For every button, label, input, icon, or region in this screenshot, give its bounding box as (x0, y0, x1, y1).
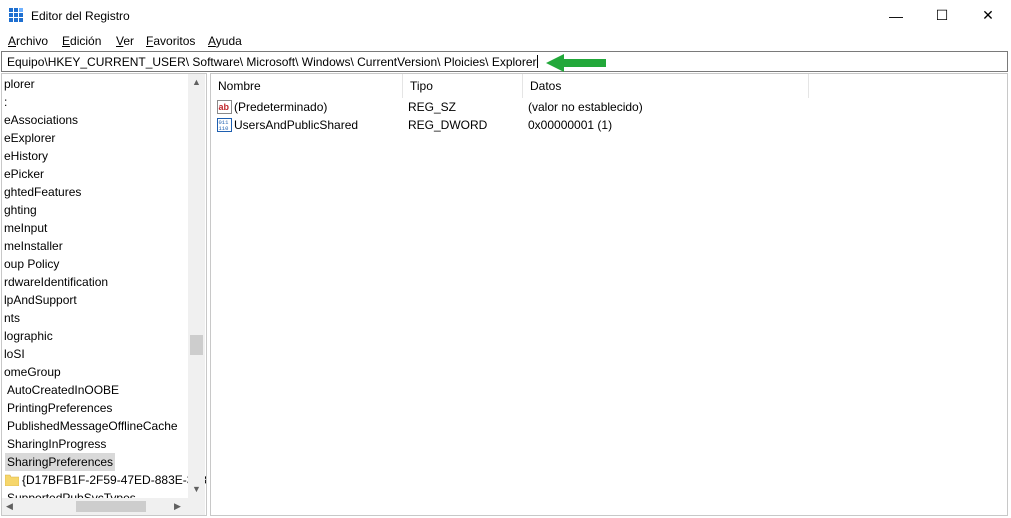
address-bar[interactable]: Equipo\HKEY_CURRENT_USER\ Software\ Micr… (1, 51, 1008, 72)
tree-horizontal-thumb[interactable] (76, 501, 146, 512)
tree-item-label: eAssociations (4, 113, 79, 127)
tree-item-label: : (4, 95, 8, 109)
column-header-datos[interactable]: Datos (523, 74, 809, 98)
registry-editor-icon (9, 8, 23, 22)
tree-item-label: SharingInProgress (7, 437, 107, 451)
arrow-shape (546, 54, 606, 72)
close-icon: ✕ (982, 7, 994, 23)
tree-vertical-scrollbar[interactable]: ▲ ▼ (188, 74, 205, 498)
window-title: Editor del Registro (31, 9, 130, 23)
tree-item-label: SharingPreferences (7, 455, 114, 469)
scroll-left-icon[interactable]: ◀ (6, 501, 13, 512)
scroll-up-icon[interactable]: ▲ (192, 77, 201, 87)
maximize-icon: ☐ (935, 7, 949, 23)
annotation-arrow-icon (546, 54, 606, 72)
string-value-icon: ab (217, 100, 232, 114)
tree-item-label: oup Policy (4, 257, 60, 271)
scroll-down-icon[interactable]: ▼ (192, 484, 201, 494)
tree-item-label: ghtedFeatures (4, 185, 82, 199)
tree-item-label: eExplorer (4, 131, 56, 145)
value-data: (valor no establecido) (528, 100, 643, 114)
folder-icon (5, 474, 19, 486)
key-tree-pane[interactable]: plorer: eAssociations eExplorer eHistory ePi… (1, 73, 207, 516)
minimize-button[interactable]: — (873, 0, 919, 31)
tree-item-label: PrintingPreferences (7, 401, 113, 415)
value-type: REG_DWORD (408, 118, 488, 132)
menu-ver[interactable]: Ver (116, 34, 134, 48)
close-button[interactable]: ✕ (965, 0, 1011, 31)
tree-item-label: ePicker (4, 167, 45, 181)
tree-item-label: PublishedMessageOfflineCache (7, 419, 178, 433)
svg-text:ab: ab (219, 102, 230, 112)
tree-horizontal-scrollbar[interactable]: ◀ ▶ (2, 498, 188, 515)
tree-item-label: lographic (4, 329, 53, 343)
menu-ayuda[interactable]: Ayuda (208, 34, 242, 48)
value-type: REG_SZ (408, 100, 457, 114)
tree-item-label: rdwareIdentification (4, 275, 109, 289)
tree-item-label: AutoCreatedInOOBE (7, 383, 120, 397)
column-header-nombre[interactable]: Nombre (211, 74, 403, 98)
title-bar: Editor del Registro — ☐ ✕ (0, 0, 1011, 31)
tree-item-label: loSI (4, 347, 25, 361)
tree-item-label: ghting (4, 203, 37, 217)
column-header-tipo[interactable]: Tipo (403, 74, 523, 98)
maximize-button[interactable]: ☐ (919, 0, 965, 31)
scroll-corner (188, 498, 205, 515)
value-name[interactable]: (Predeterminado) (234, 98, 327, 116)
tree-item-label: {D17BFB1F-2F59-47ED-883E-368 (22, 473, 207, 487)
tree-vertical-thumb[interactable] (190, 335, 203, 355)
value-list-pane[interactable]: Nombre Tipo Datos ab (Predeterminado) RE… (210, 73, 1008, 516)
value-data: 0x00000001 (1) (528, 118, 613, 132)
dword-value-icon: 011 110 (217, 118, 232, 132)
menu-bar: Archivo Edición Ver Favoritos Ayuda (0, 31, 1011, 51)
tree-item-label: eHistory (4, 149, 49, 163)
tree-item-label: lpAndSupport (4, 293, 77, 307)
tree-item-label: omeGroup (4, 365, 61, 379)
minimize-icon: — (889, 7, 903, 24)
tree-item-label: meInstaller (4, 239, 63, 253)
menu-edicion[interactable]: Edición (62, 34, 101, 48)
value-name[interactable]: UsersAndPublicShared (234, 116, 358, 134)
tree-item-label: nts (4, 311, 21, 325)
menu-favoritos[interactable]: Favoritos (146, 34, 195, 48)
tree-item[interactable]: SharingPreferences (5, 453, 115, 471)
tree-item-label: meInput (4, 221, 48, 235)
svg-text:110: 110 (219, 125, 229, 132)
tree-item-label: plorer (4, 77, 35, 91)
menu-archivo[interactable]: Archivo (8, 34, 48, 48)
text-caret (536, 55, 538, 68)
scroll-right-icon[interactable]: ▶ (174, 501, 181, 512)
address-path[interactable]: Equipo\HKEY_CURRENT_USER\ Software\ Micr… (7, 55, 537, 69)
